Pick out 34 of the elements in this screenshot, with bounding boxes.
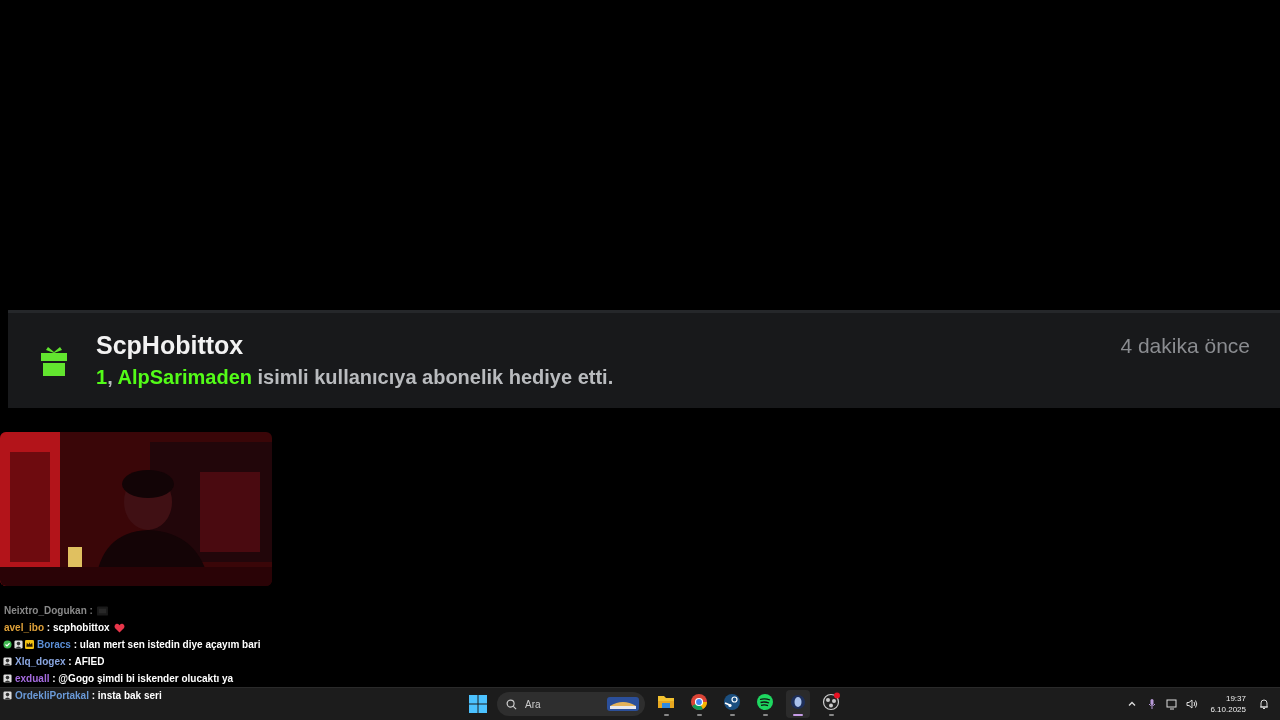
search-bar[interactable]: Ara	[497, 692, 645, 716]
windows-start-icon[interactable]	[468, 694, 488, 714]
gifter-name: ScpHobittox	[96, 331, 244, 360]
avatar-badge-icon	[14, 640, 23, 649]
search-highlight-icon	[607, 697, 639, 711]
steam-icon	[722, 692, 742, 712]
chat-message: OrdekliPortakal : insta bak seri	[15, 690, 162, 701]
search-field[interactable]: Ara	[523, 697, 601, 711]
obs-icon	[821, 692, 841, 712]
taskbar-app[interactable]	[786, 690, 810, 718]
orb-icon	[788, 692, 808, 712]
avatar-badge-icon	[3, 674, 12, 683]
chat-message: Xlq_dogex : AFIED	[15, 656, 105, 667]
gift-message: 1, AlpSarimaden isimli kullanıcıya abonelik hediye etti.	[96, 366, 615, 389]
chat-message: Neixtro_Dogukan :	[4, 605, 93, 616]
clock-date: 6.10.2025	[1210, 704, 1246, 715]
gift-icon	[40, 347, 68, 377]
verified-badge-icon	[3, 640, 12, 649]
notification-bell-icon[interactable]	[1258, 698, 1270, 710]
search-icon	[506, 698, 517, 710]
heart-icon	[113, 622, 125, 633]
chat-message: avel_ibo : scphobittox	[4, 622, 110, 633]
avatar-badge-icon	[3, 657, 12, 666]
clock[interactable]: 19:37 6.10.2025	[1210, 693, 1246, 715]
volume-icon[interactable]	[1186, 698, 1199, 710]
crown-badge-icon	[25, 640, 34, 649]
clock-time: 19:37	[1225, 693, 1246, 704]
chat-message: Boracs : ulan mert sen istedin diye açayım bari	[37, 639, 261, 650]
emote-icon	[96, 605, 108, 616]
chrome-icon	[689, 692, 709, 712]
avatar-badge-icon	[3, 691, 12, 700]
alert-time: 4 dakika önce	[1120, 333, 1250, 358]
chat-message: exduall : @Gogo şimdi bi iskender olucaktı ya	[15, 673, 234, 684]
spotify-icon	[755, 692, 775, 712]
